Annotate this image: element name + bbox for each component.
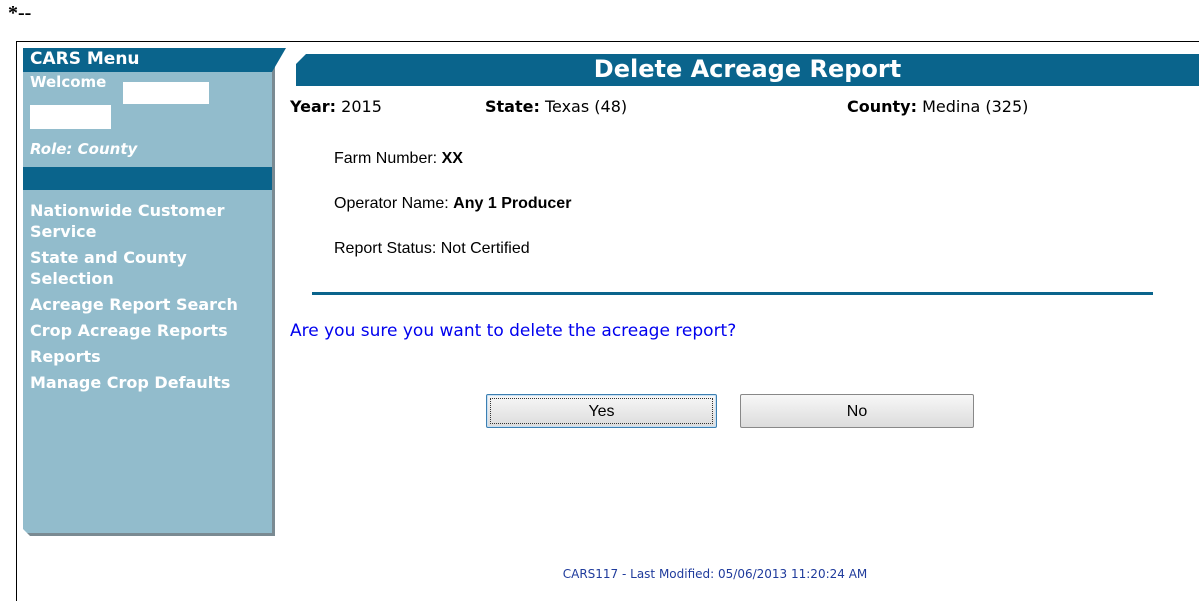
state-label: State: [485, 97, 540, 116]
year-label: Year: [290, 97, 337, 116]
sidebar-item-crop-acreage-reports[interactable]: Crop Acreage Reports [30, 320, 270, 341]
county-value: Medina (325) [922, 97, 1029, 116]
sidebar-item-reports[interactable]: Reports [30, 346, 270, 367]
state-info: State: Texas (48) [485, 97, 627, 116]
sidebar-corner-cut [23, 529, 35, 541]
operator-name-value: Any 1 Producer [453, 195, 572, 212]
sidebar-item-nationwide-customer-service[interactable]: Nationwide Customer Service [30, 200, 270, 242]
county-info: County: Medina (325) [847, 97, 1028, 116]
sidebar-header-tab [272, 48, 286, 72]
report-status-field: Report Status: Not Certified [334, 240, 530, 258]
operator-name-field: Operator Name: Any 1 Producer [334, 195, 571, 213]
farm-number-value: XX [441, 150, 463, 167]
sidebar-divider-bar [23, 167, 272, 190]
no-button-label: No [846, 403, 868, 420]
welcome-text: Welcome [30, 73, 107, 91]
state-value: Texas (48) [544, 97, 628, 116]
page-footer: CARS117 - Last Modified: 05/06/2013 11:2… [562, 567, 868, 581]
section-divider [312, 292, 1153, 295]
operator-name-label: Operator Name: [334, 195, 449, 212]
redacted-user-name-2 [30, 105, 111, 129]
year-info: Year: 2015 [290, 97, 382, 116]
year-value: 2015 [341, 97, 382, 116]
farm-number-label: Farm Number: [334, 150, 438, 167]
sidebar-item-manage-crop-defaults[interactable]: Manage Crop Defaults [30, 372, 270, 393]
delete-confirmation-question: Are you sure you want to delete the acre… [290, 321, 737, 341]
redacted-user-name [123, 82, 209, 104]
sidebar-title: CARS Menu [30, 49, 140, 69]
county-label: County: [847, 97, 917, 116]
report-status-value: Not Certified [440, 240, 530, 257]
no-button[interactable]: No [740, 394, 974, 428]
report-status-label: Report Status: [334, 240, 437, 257]
document-change-mark: *-- [8, 2, 32, 24]
sidebar-item-acreage-report-search[interactable]: Acreage Report Search [30, 294, 270, 315]
farm-number-field: Farm Number: XX [334, 150, 463, 168]
cars-menu-sidebar: CARS Menu Welcome Role: County Nationwid… [23, 48, 286, 541]
user-role: Role: County [30, 140, 138, 158]
yes-button[interactable]: Yes [486, 394, 717, 428]
sidebar-item-state-county-selection[interactable]: State and County Selection [30, 247, 270, 289]
sidebar-nav: Nationwide Customer Service State and Co… [30, 200, 270, 398]
yes-button-focus-ring [490, 398, 713, 424]
page-title: Delete Acreage Report [593, 55, 902, 83]
